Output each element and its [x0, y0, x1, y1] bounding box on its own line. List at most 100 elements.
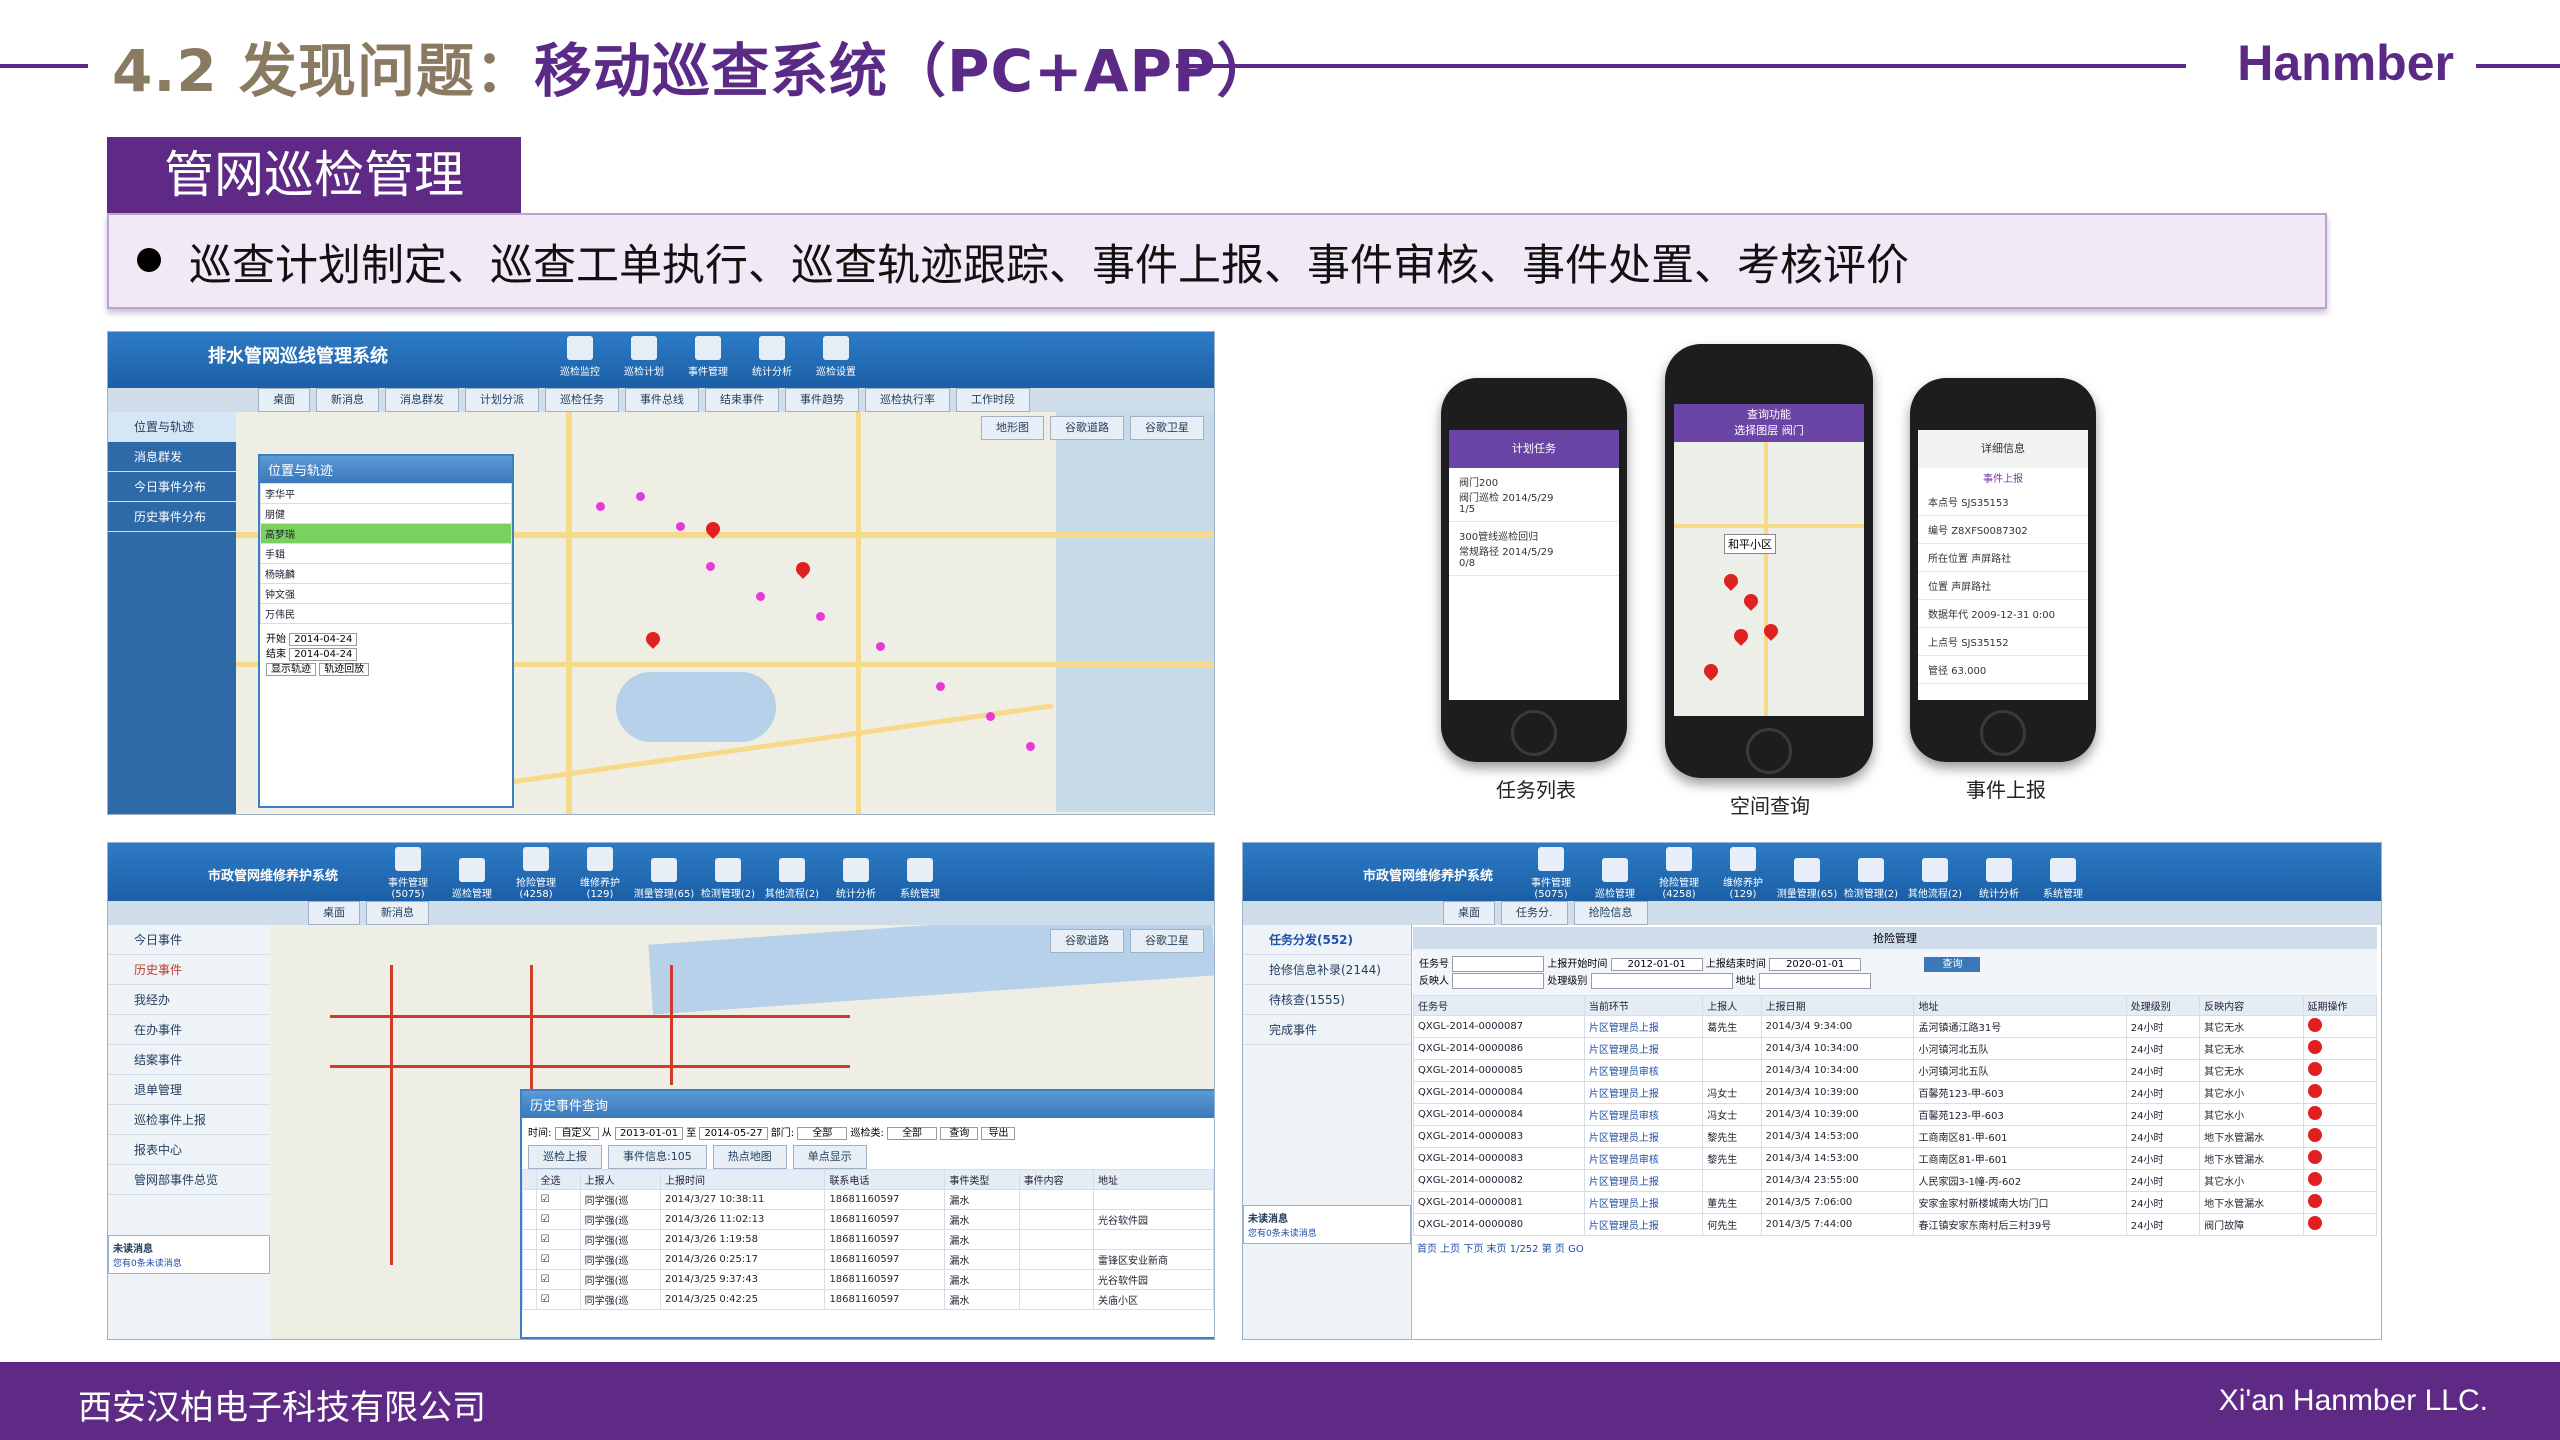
- tool-button[interactable]: 统计分析: [824, 858, 888, 900]
- table-row[interactable]: QXGL-2014-0000084 片区管理员审核 冯女士 2014/3/4 10:3…: [1413, 1103, 2378, 1126]
- status-link[interactable]: 片区管理员审核: [1583, 1147, 1704, 1170]
- sidebar-item[interactable]: 今日事件: [108, 925, 270, 955]
- sidebar-item[interactable]: 消息群发: [108, 442, 236, 472]
- sidebar-item[interactable]: 报表中心: [108, 1135, 270, 1165]
- tool-button[interactable]: 检测管理(2): [1839, 858, 1903, 900]
- tab[interactable]: 工作时段: [956, 388, 1030, 412]
- tool-button[interactable]: 事件管理(5075): [1519, 847, 1583, 900]
- sidebar-item[interactable]: 我经办: [108, 985, 270, 1015]
- end-date-input[interactable]: 2020-01-01: [1769, 958, 1862, 971]
- tool-button[interactable]: 巡检设置: [804, 336, 868, 378]
- tool-button[interactable]: 巡检计划: [612, 336, 676, 378]
- tool-button[interactable]: 维修养护(129): [1711, 847, 1775, 900]
- home-button[interactable]: [1746, 728, 1792, 774]
- row-checkbox[interactable]: ☑: [535, 1189, 581, 1210]
- delay-alert-icon[interactable]: [2307, 1018, 2322, 1032]
- home-button[interactable]: [1980, 710, 2026, 756]
- table-row[interactable]: ☑ 同学强(巡 2014/3/26 1:19:58 18681160597 漏水: [522, 1229, 1214, 1250]
- status-link[interactable]: 片区管理员上报: [1583, 1015, 1704, 1038]
- table-row[interactable]: ☑ 同学强(巡 2014/3/26 11:02:13 18681160597 漏水 光谷软…: [522, 1209, 1214, 1230]
- status-link[interactable]: 片区管理员上报: [1583, 1081, 1704, 1104]
- delay-alert-icon[interactable]: [2307, 1194, 2322, 1208]
- tool-button[interactable]: 巡检管理: [440, 858, 504, 900]
- tab[interactable]: 单点显示: [792, 1145, 867, 1169]
- type-select[interactable]: 全部: [887, 1127, 938, 1140]
- row-checkbox[interactable]: ☑: [535, 1269, 581, 1290]
- play-track-button[interactable]: 轨迹回放: [319, 663, 370, 676]
- status-link[interactable]: 片区管理员上报: [1583, 1125, 1704, 1148]
- delay-alert-icon[interactable]: [2307, 1106, 2322, 1120]
- map-tab[interactable]: 谷歌卫星: [1130, 416, 1204, 440]
- delay-alert-icon[interactable]: [2307, 1150, 2322, 1164]
- sidebar-item[interactable]: 位置与轨迹: [108, 412, 236, 442]
- delay-alert-icon[interactable]: [2307, 1062, 2322, 1076]
- task-item[interactable]: 300管线巡检回归 常规路径 2014/5/29 0/8: [1449, 522, 1619, 576]
- tool-button[interactable]: 巡检监控: [548, 336, 612, 378]
- valve-marker-icon[interactable]: [1701, 661, 1721, 681]
- tool-button[interactable]: 系统管理: [2031, 858, 2095, 900]
- tool-button[interactable]: 测量管理(65): [1775, 858, 1839, 900]
- map-tab[interactable]: 谷歌道路: [1050, 929, 1124, 953]
- tool-button[interactable]: 其他流程(2): [760, 858, 824, 900]
- table-row[interactable]: QXGL-2014-0000083 片区管理员上报 黎先生 2014/3/4 14:5…: [1413, 1125, 2378, 1148]
- to-date-input[interactable]: 2014-05-27: [699, 1127, 768, 1140]
- row-checkbox[interactable]: ☑: [535, 1209, 581, 1230]
- table-row[interactable]: ☑ 同学强(巡 2014/3/26 0:25:17 18681160597 漏水 雷锋区安…: [522, 1249, 1214, 1270]
- patrol-person-icon[interactable]: [643, 629, 663, 649]
- status-link[interactable]: 片区管理员上报: [1583, 1213, 1704, 1236]
- query-button[interactable]: 查询: [940, 1127, 979, 1140]
- list-item[interactable]: 李华平: [260, 483, 512, 504]
- tab[interactable]: 计划分派: [465, 388, 539, 412]
- row-checkbox[interactable]: ☑: [535, 1289, 581, 1310]
- tool-button[interactable]: 事件管理: [676, 336, 740, 378]
- list-item[interactable]: 朋健: [260, 503, 512, 524]
- map-tab[interactable]: 地形图: [981, 416, 1044, 440]
- tab[interactable]: 事件总线: [625, 388, 699, 412]
- pager[interactable]: 首页 上页 下页 末页 1/252 第 页 GO: [1413, 1236, 2377, 1259]
- from-date-input[interactable]: 2013-01-01: [614, 1127, 684, 1140]
- dept-select[interactable]: 全部: [797, 1127, 848, 1140]
- end-date-input[interactable]: 2014-04-24: [289, 648, 358, 661]
- sidebar-item[interactable]: 今日事件分布: [108, 472, 236, 502]
- status-link[interactable]: 片区管理员上报: [1583, 1169, 1704, 1192]
- unread-link[interactable]: 您有0条未读消息: [1248, 1229, 1317, 1239]
- list-item[interactable]: 万伟民: [260, 603, 512, 624]
- tool-button[interactable]: 测量管理(65): [632, 858, 696, 900]
- tab[interactable]: 消息群发: [385, 388, 459, 412]
- row-checkbox[interactable]: ☑: [535, 1249, 581, 1270]
- table-row[interactable]: QXGL-2014-0000080 片区管理员上报 何先生 2014/3/5 7:44…: [1413, 1213, 2378, 1236]
- unread-link[interactable]: 您有0条未读消息: [113, 1259, 182, 1269]
- tab[interactable]: 结束事件: [705, 388, 779, 412]
- table-row[interactable]: ☑ 同学强(巡 2014/3/25 0:42:25 18681160597 漏水 关庙小区: [522, 1289, 1214, 1310]
- delay-alert-icon[interactable]: [2307, 1172, 2322, 1186]
- delay-alert-icon[interactable]: [2307, 1216, 2322, 1230]
- tab[interactable]: 桌面: [258, 388, 310, 412]
- reporter-input[interactable]: [1452, 973, 1545, 989]
- status-link[interactable]: 片区管理员上报: [1583, 1191, 1704, 1214]
- map-tab[interactable]: 谷歌卫星: [1130, 929, 1204, 953]
- start-date-input[interactable]: 2012-01-01: [1610, 958, 1703, 971]
- query-button[interactable]: 查询: [1924, 957, 1981, 972]
- sidebar-item[interactable]: 完成事件: [1243, 1015, 1411, 1045]
- sidebar-item[interactable]: 在办事件: [108, 1015, 270, 1045]
- sidebar-item[interactable]: 退单管理: [108, 1075, 270, 1105]
- tool-button[interactable]: 抢险管理(4258): [1647, 847, 1711, 900]
- row-checkbox[interactable]: ☑: [535, 1229, 581, 1250]
- tab[interactable]: 热点地图: [712, 1145, 787, 1169]
- table-row[interactable]: QXGL-2014-0000083 片区管理员审核 黎先生 2014/3/4 14:5…: [1413, 1147, 2378, 1170]
- address-input[interactable]: [1758, 973, 1871, 989]
- table-row[interactable]: QXGL-2014-0000082 片区管理员上报 2014/3/4 23:55:0…: [1413, 1169, 2378, 1192]
- table-row[interactable]: QXGL-2014-0000084 片区管理员上报 冯女士 2014/3/4 10:3…: [1413, 1081, 2378, 1104]
- sidebar-item[interactable]: 结案事件: [108, 1045, 270, 1075]
- event-report-button[interactable]: 事件上报: [1918, 470, 2088, 485]
- export-button[interactable]: 导出: [981, 1127, 1016, 1140]
- delay-alert-icon[interactable]: [2307, 1040, 2322, 1054]
- level-select[interactable]: [1590, 973, 1733, 989]
- sidebar-item[interactable]: 待核查(1555): [1243, 985, 1411, 1015]
- tool-button[interactable]: 统计分析: [1967, 858, 2031, 900]
- tab[interactable]: 事件信息:105: [608, 1145, 707, 1169]
- tab[interactable]: 新消息: [366, 901, 429, 925]
- delay-alert-icon[interactable]: [2307, 1128, 2322, 1142]
- show-track-button[interactable]: 显示轨迹: [266, 663, 316, 676]
- tool-button[interactable]: 其他流程(2): [1903, 858, 1967, 900]
